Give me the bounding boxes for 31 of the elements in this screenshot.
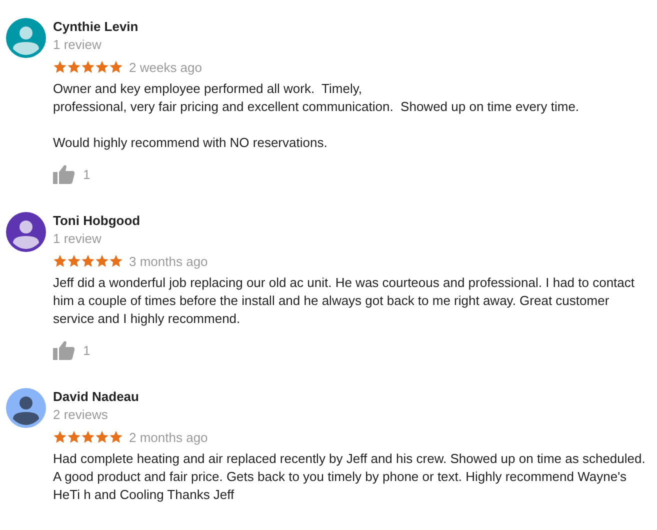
reviewer-name: David Nadeau [53, 388, 140, 406]
review-time: 2 weeks ago [129, 60, 202, 74]
star-icon [109, 60, 123, 74]
star-icon [95, 430, 109, 444]
review-time: 3 months ago [129, 254, 208, 268]
star-icon [53, 254, 67, 268]
reviewer-name: Toni Hobgood [53, 212, 142, 230]
star-icon [81, 430, 95, 444]
like-count: 1 [83, 166, 90, 182]
star-icon [109, 430, 123, 444]
star-icon [95, 254, 109, 268]
review-count: 1 review [53, 230, 102, 248]
star-icon [53, 60, 67, 74]
review-time: 2 months ago [129, 430, 208, 444]
like-count: 1 [83, 342, 90, 358]
review-text: Owner and key employee performed all work. Timely, professional, very fair pricing and excellent communication. Showed up on time every time. Would highly recommend with NO reservations. [53, 80, 580, 152]
review-text: Jeff did a wonderful job replacing our old ac unit. He was courteous and professional. I had to contact him a couple of times before the install and he always got back to me right away. Great customer service and I highly recommend. [53, 274, 635, 328]
reviewer-name: Cynthie Levin [53, 18, 140, 36]
thumbs-up-icon[interactable] [53, 164, 75, 184]
star-icon [67, 254, 81, 268]
thumbs-up-icon[interactable] [53, 340, 75, 360]
star-icon [95, 60, 109, 74]
review-count: 2 reviews [53, 406, 109, 424]
star-icon [109, 254, 123, 268]
review-text: Had complete heating and air replaced recently by Jeff and his crew. Showed up on time as scheduled. A good product and fair price. Gets back to you timely by phone or text. Highly recommend Wayne's HeTi h and Cooling Thanks Jeff [53, 450, 646, 504]
star-icon [67, 60, 81, 74]
review-count: 1 review [53, 36, 102, 54]
star-icon [81, 254, 95, 268]
star-icon [81, 60, 95, 74]
star-icon [53, 430, 67, 444]
star-icon [67, 430, 81, 444]
